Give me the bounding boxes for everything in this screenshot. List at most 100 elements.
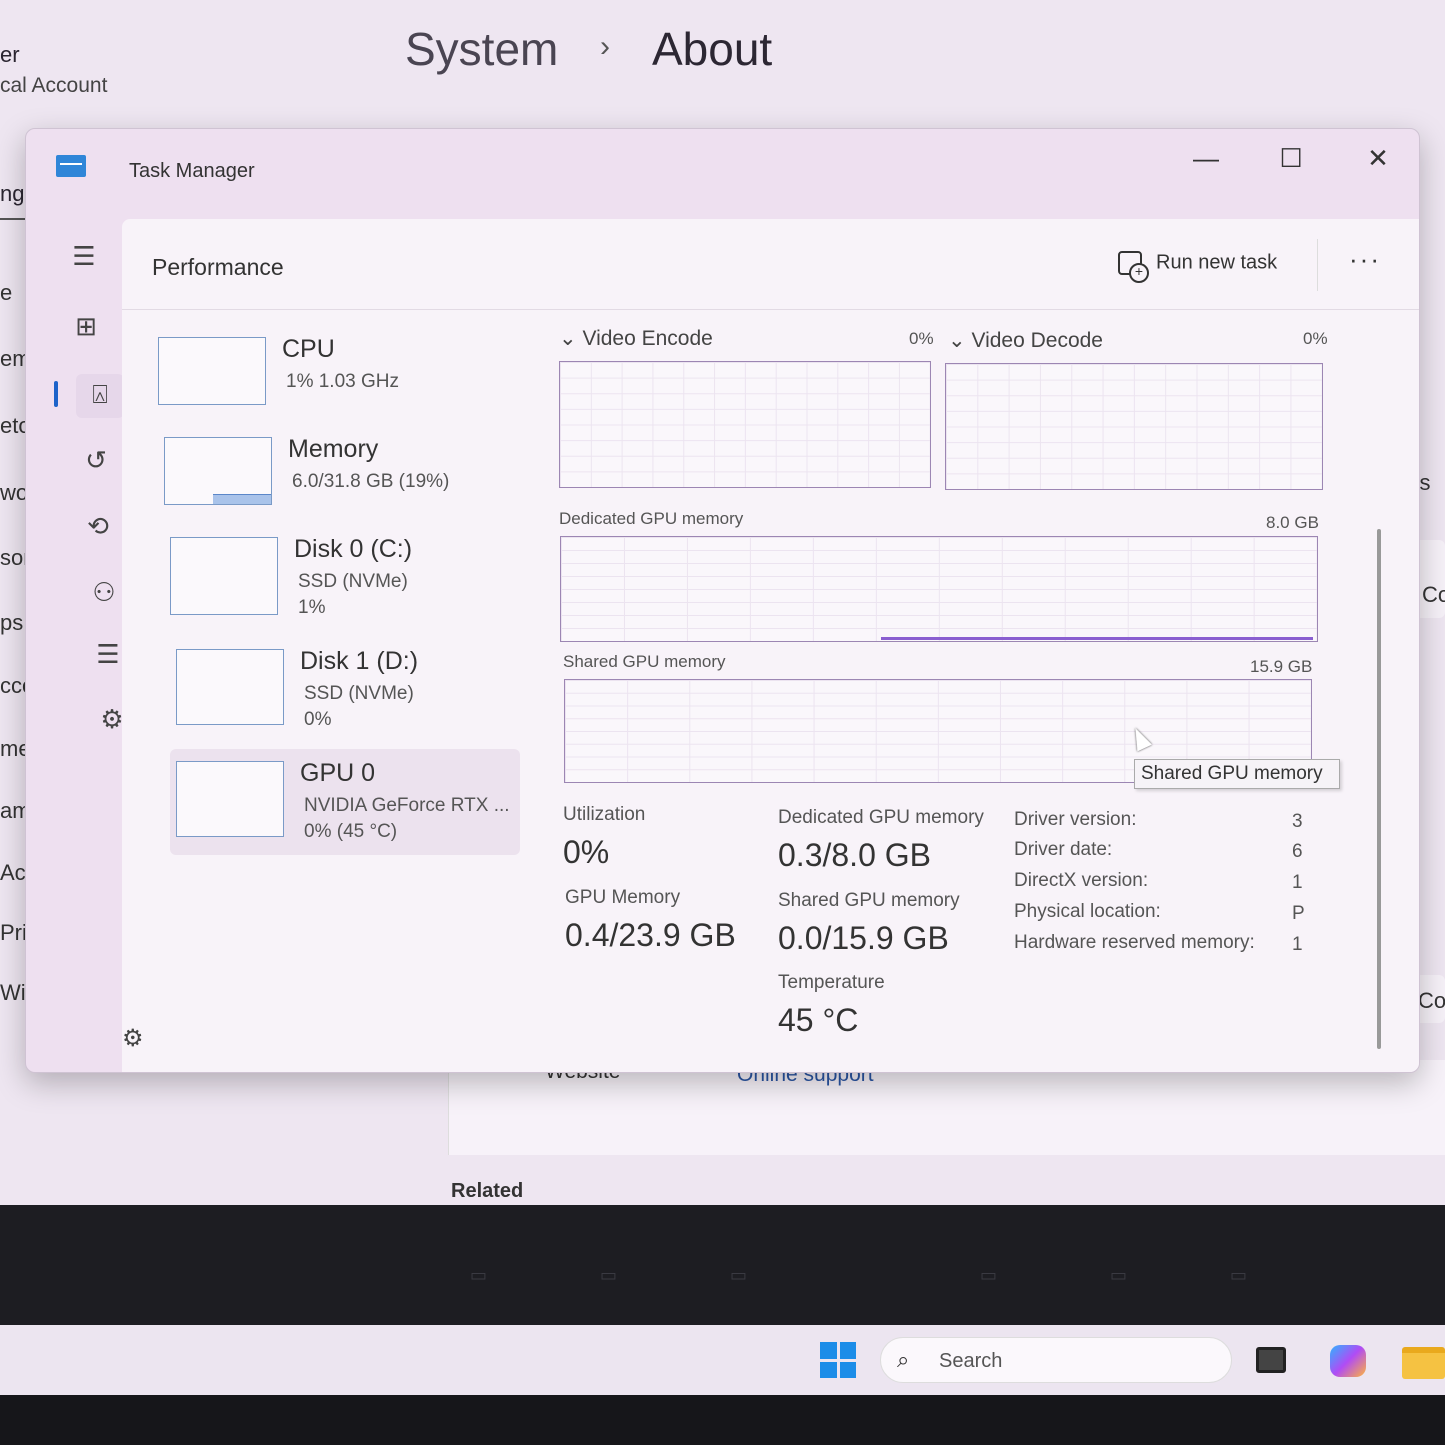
hardware-reserved-label: Hardware reserved memory: bbox=[1014, 932, 1255, 953]
keyboard-key: ▭ bbox=[470, 1265, 488, 1285]
shared-memory-graph-max: 15.9 GB bbox=[1250, 657, 1313, 676]
device-name: CPU bbox=[282, 335, 335, 363]
directx-version-value: 1 bbox=[1292, 872, 1303, 893]
breadcrumb-chevron-icon: › bbox=[600, 30, 610, 63]
file-explorer-icon[interactable] bbox=[1402, 1347, 1445, 1379]
disk0-mini-graph bbox=[170, 537, 278, 615]
temperature-label: Temperature bbox=[778, 972, 885, 993]
device-detail: 6.0/31.8 GB (19%) bbox=[292, 471, 450, 492]
device-disk-0[interactable]: Disk 0 (C:) SSD (NVMe) 1% bbox=[164, 531, 534, 631]
device-cpu[interactable]: CPU 1% 1.03 GHz bbox=[152, 331, 522, 431]
device-detail: NVIDIA GeForce RTX ... bbox=[304, 795, 510, 816]
keyboard-key: ▭ bbox=[730, 1265, 748, 1285]
device-detail: SSD (NVMe) bbox=[304, 683, 414, 704]
shared-memory-value: 0.0/15.9 GB bbox=[778, 920, 949, 956]
page-title: Performance bbox=[152, 254, 284, 280]
shared-memory-label: Shared GPU memory bbox=[778, 890, 960, 911]
device-name: Disk 1 (D:) bbox=[300, 647, 419, 675]
tooltip: Shared GPU memory bbox=[1134, 759, 1340, 789]
device-usage: 0% bbox=[304, 709, 332, 730]
video-encode-value: 0% bbox=[909, 329, 934, 348]
search-icon: ⌕ bbox=[897, 1347, 910, 1372]
device-memory[interactable]: Memory 6.0/31.8 GB (19%) bbox=[158, 431, 528, 531]
close-button[interactable]: ✕ bbox=[1358, 143, 1398, 174]
device-detail: SSD (NVMe) bbox=[298, 571, 408, 592]
processes-icon[interactable]: ⊞ bbox=[66, 311, 106, 342]
settings-icon[interactable]: ⚙ bbox=[122, 1024, 144, 1053]
task-view-icon[interactable] bbox=[1256, 1347, 1286, 1373]
breadcrumb-system[interactable]: System bbox=[405, 22, 558, 76]
disk1-mini-graph bbox=[176, 649, 284, 725]
rail-active-indicator bbox=[54, 381, 58, 407]
page-title: About bbox=[652, 23, 773, 75]
account-type: cal Account bbox=[0, 74, 108, 97]
startup-apps-icon[interactable]: ⟲ bbox=[78, 511, 118, 542]
video-decode-value: 0% bbox=[1303, 329, 1328, 348]
device-usage: 0% (45 °C) bbox=[304, 821, 398, 842]
video-decode-title: Video Decode bbox=[971, 329, 1103, 352]
driver-date-value: 6 bbox=[1292, 841, 1303, 862]
dedicated-memory-value: 0.3/8.0 GB bbox=[778, 837, 931, 873]
window-title: Task Manager bbox=[129, 160, 255, 182]
physical-location-value: P bbox=[1292, 903, 1305, 924]
scrollbar[interactable] bbox=[1377, 529, 1381, 1049]
shared-memory-graph-label: Shared GPU memory bbox=[563, 652, 726, 671]
taskbar-search-placeholder: Search bbox=[939, 1350, 1003, 1372]
minimize-button[interactable]: — bbox=[1186, 143, 1226, 174]
performance-page: Performance Run new task ··· CPU 1% 1.03… bbox=[122, 219, 1419, 1072]
taskbar: ⌕ Search bbox=[0, 1325, 1445, 1395]
device-disk-1[interactable]: Disk 1 (D:) SSD (NVMe) 0% bbox=[170, 643, 540, 743]
gpu-memory-label: GPU Memory bbox=[565, 887, 681, 908]
video-decode-graph bbox=[945, 363, 1323, 490]
dedicated-memory-graph-label: Dedicated GPU memory bbox=[559, 509, 744, 528]
keyboard-key: ▭ bbox=[980, 1265, 998, 1285]
video-decode-label[interactable]: ⌄ Video Decode bbox=[948, 328, 1103, 353]
maximize-button[interactable]: ☐ bbox=[1271, 143, 1311, 174]
driver-version-value: 3 bbox=[1292, 811, 1303, 832]
taskbar-search-box[interactable]: ⌕ Search bbox=[880, 1337, 1232, 1383]
app-history-icon[interactable]: ↺ bbox=[76, 445, 116, 476]
account-name: er bbox=[0, 42, 20, 67]
dedicated-memory-usage-line bbox=[881, 637, 1313, 640]
device-name: GPU 0 bbox=[300, 759, 376, 787]
memory-mini-graph bbox=[164, 437, 272, 505]
gpu-mini-graph bbox=[176, 761, 284, 837]
more-options-button[interactable]: ··· bbox=[1349, 244, 1381, 275]
hamburger-icon[interactable]: ☰ bbox=[64, 241, 104, 272]
header-divider bbox=[122, 309, 1419, 310]
copy-button-label: Copy bbox=[1418, 988, 1445, 1013]
run-new-task-button[interactable]: Run new task bbox=[1118, 251, 1278, 283]
users-icon[interactable]: ⚇ bbox=[84, 577, 124, 608]
video-encode-title: Video Encode bbox=[582, 327, 713, 350]
run-new-task-label: Run new task bbox=[1156, 251, 1278, 274]
directx-version-label: DirectX version: bbox=[1014, 870, 1149, 891]
rename-button-label: Co bbox=[1422, 582, 1445, 607]
driver-date-label: Driver date: bbox=[1014, 839, 1113, 860]
performance-icon[interactable]: ⍓ bbox=[80, 379, 120, 411]
laptop-bezel: ▭ ▭ ▭ ▭ ▭ ▭ bbox=[0, 1205, 1445, 1325]
keyboard-key: ▭ bbox=[600, 1265, 618, 1285]
device-detail: 1% 1.03 GHz bbox=[286, 371, 399, 392]
keyboard-key: ▭ bbox=[1110, 1265, 1128, 1285]
copilot-icon[interactable] bbox=[1330, 1345, 1366, 1377]
device-name: Memory bbox=[288, 435, 379, 463]
task-manager-window: Task Manager — ☐ ✕ ☰ ⊞ ⍓ ↺ ⟲ ⚇ ☰ ⚙ Perfo… bbox=[25, 128, 1420, 1073]
task-manager-app-icon bbox=[56, 155, 86, 177]
memory-usage-fill bbox=[213, 494, 271, 504]
utilization-value: 0% bbox=[563, 834, 610, 870]
windows-start-icon[interactable] bbox=[820, 1342, 856, 1378]
gpu-memory-value: 0.4/23.9 GB bbox=[565, 917, 736, 953]
video-encode-label[interactable]: ⌄ Video Encode bbox=[559, 326, 713, 351]
driver-version-label: Driver version: bbox=[1014, 809, 1137, 830]
device-name: Disk 0 (C:) bbox=[294, 535, 413, 563]
device-usage: 1% bbox=[298, 597, 326, 618]
utilization-label: Utilization bbox=[563, 804, 646, 825]
dedicated-memory-label: Dedicated GPU memory bbox=[778, 807, 984, 828]
cpu-mini-graph bbox=[158, 337, 266, 405]
device-gpu-0[interactable]: GPU 0 NVIDIA GeForce RTX ... 0% (45 °C) bbox=[170, 749, 520, 855]
dedicated-memory-graph bbox=[560, 536, 1318, 642]
dedicated-memory-graph-max: 8.0 GB bbox=[1266, 513, 1319, 532]
video-encode-graph bbox=[559, 361, 931, 488]
hardware-reserved-value: 1 bbox=[1292, 934, 1303, 955]
keyboard-key: ▭ bbox=[1230, 1265, 1248, 1285]
